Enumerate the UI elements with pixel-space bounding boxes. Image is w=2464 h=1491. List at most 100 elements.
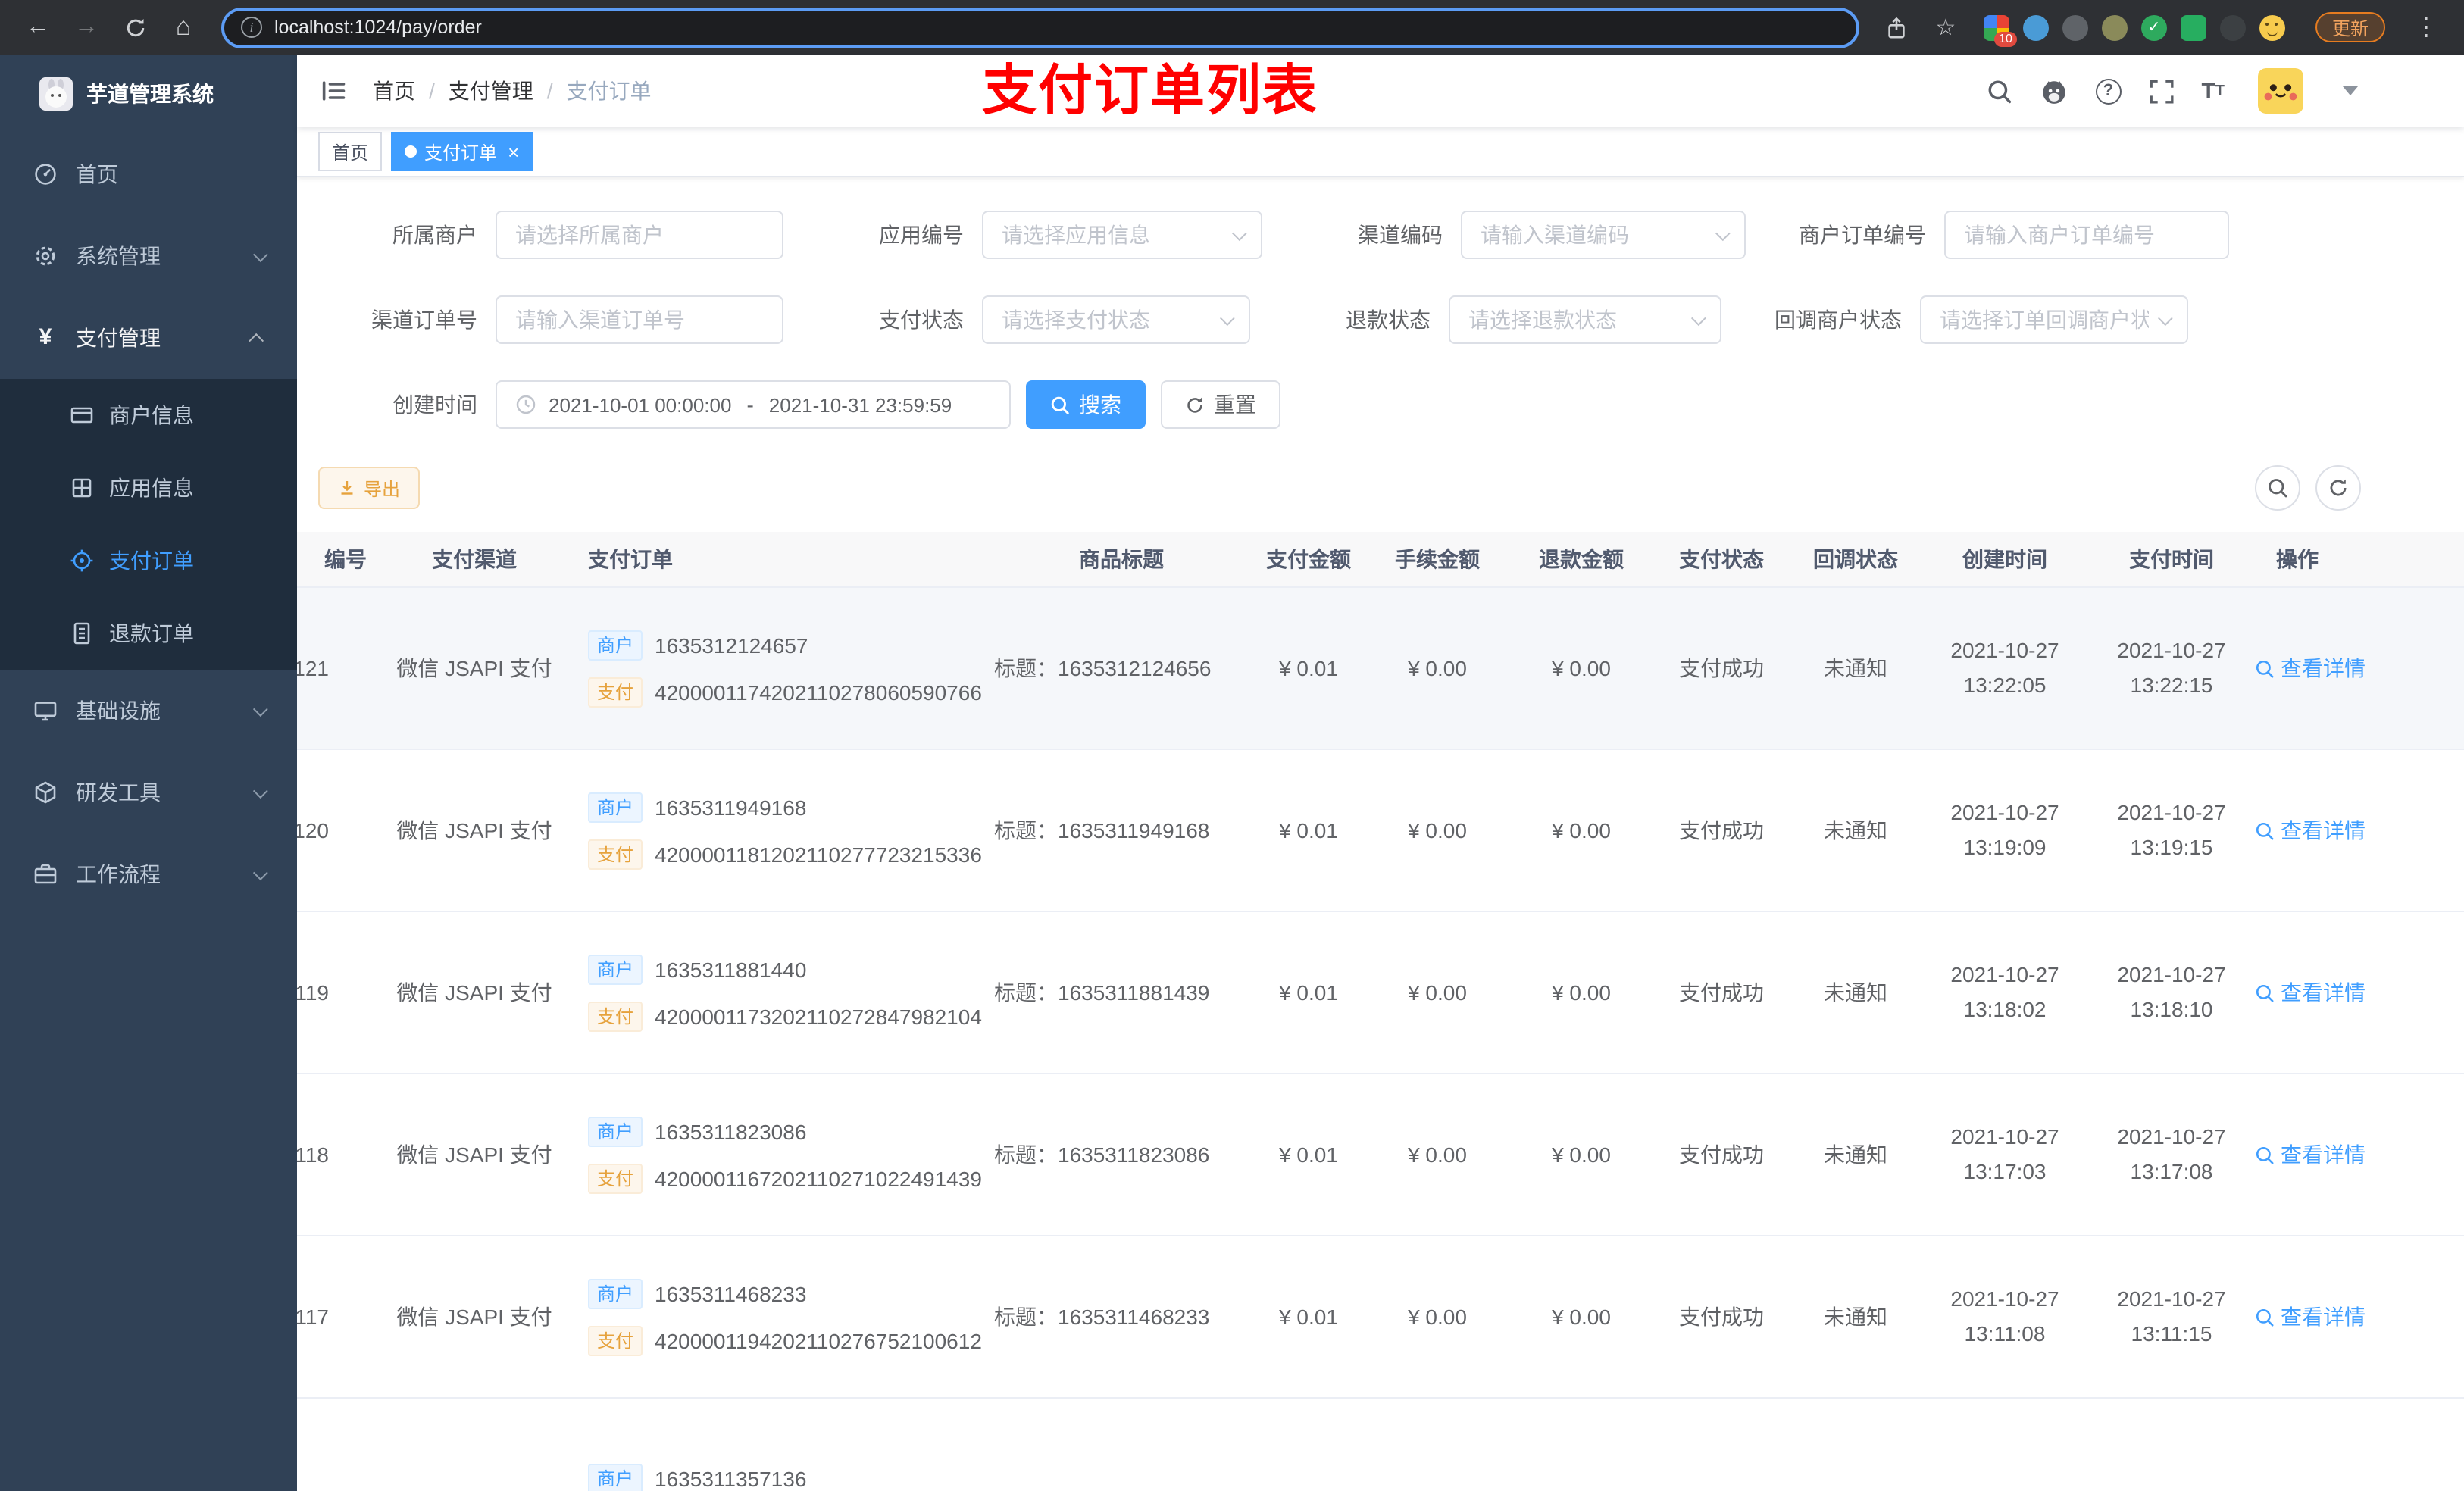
browser-forward-button[interactable]: → (67, 8, 106, 47)
browser-back-button[interactable]: ← (18, 8, 58, 47)
refund-cell: ¥ 0.00 (1552, 656, 1611, 680)
sidebar-item-refund-order[interactable]: 退款订单 (0, 597, 297, 670)
merchant-order-input[interactable] (1944, 211, 2229, 259)
font-size-button[interactable]: TT (2201, 80, 2225, 102)
date-separator: - (746, 392, 754, 417)
fee-cell: ¥ 0.00 (1408, 980, 1467, 1005)
refund-status-select[interactable]: 请选择退款状态 (1449, 295, 1721, 344)
view-detail-link[interactable]: 查看详情 (2255, 815, 2366, 846)
search-icon (2256, 659, 2274, 677)
select-caret-icon (1690, 310, 1706, 326)
export-button-label: 导出 (364, 478, 401, 499)
avatar-dropdown-caret[interactable] (2343, 86, 2358, 95)
merchant-select[interactable] (496, 211, 783, 259)
sidebar-item-workflow[interactable]: 工作流程 (0, 833, 297, 915)
sidebar-logo[interactable]: 芋道管理系统 (0, 55, 297, 133)
sidebar-item-app-info[interactable]: 应用信息 (0, 452, 297, 524)
forward-icon: → (74, 14, 98, 39)
search-button[interactable]: 搜索 (1026, 380, 1146, 429)
tab-home[interactable]: 首页 (318, 132, 383, 171)
profile-emoji-icon[interactable] (2259, 14, 2285, 40)
card-icon (70, 403, 94, 427)
table-settings-buttons (2255, 465, 2361, 511)
refresh-table-button[interactable] (2315, 465, 2361, 511)
export-button[interactable]: 导出 (318, 467, 421, 509)
reset-button[interactable]: 重置 (1161, 380, 1280, 429)
help-button[interactable]: ? (2095, 78, 2122, 104)
github-button[interactable] (2039, 77, 2068, 105)
user-avatar[interactable] (2258, 68, 2303, 114)
extension-icon[interactable] (2062, 14, 2088, 40)
table-row: 121 微信 JSAPI 支付 商户 1635312124657 支付 420000… (297, 588, 2464, 750)
sidebar-collapse-button[interactable] (318, 76, 349, 106)
browser-update-button[interactable]: 更新 (2315, 12, 2385, 42)
merchant-order-line: 商户 1635311823086 (588, 1116, 806, 1146)
fee-cell: ¥ 0.00 (1408, 1142, 1467, 1167)
view-detail-label: 查看详情 (2281, 1142, 2366, 1167)
chevron-down-icon (252, 701, 268, 717)
chevron-down-icon (252, 783, 268, 799)
pay-channel-cell: 微信 JSAPI 支付 (396, 980, 552, 1005)
extension-icon[interactable]: 10 (1983, 14, 2017, 46)
created-time-cell: 2021-10-27 13:18:02 (1950, 962, 2059, 1021)
share-button[interactable] (1878, 8, 1917, 47)
notify-status-cell: 未通知 (1824, 980, 1887, 1005)
pay-order-cell: 商户 1635311823086 支付 4200001167202110271022… (576, 1074, 991, 1235)
channel-code-select[interactable]: 请输入渠道编码 (1461, 211, 1746, 259)
reload-icon (126, 18, 144, 36)
sidebar-item-dev-tools[interactable]: 研发工具 (0, 752, 297, 833)
sidebar-item-infrastructure[interactable]: 基础设施 (0, 670, 297, 752)
pay-status-select[interactable]: 请选择支付状态 (982, 295, 1250, 344)
browser-menu-button[interactable]: ⋮ (2406, 8, 2446, 47)
filter-app: 应用编号 请选择应用信息 (783, 211, 1262, 259)
fullscreen-button[interactable] (2148, 78, 2174, 104)
search-icon (2256, 1146, 2274, 1164)
view-detail-link[interactable]: 查看详情 (2255, 653, 2366, 683)
extension-icon[interactable] (2101, 14, 2128, 40)
notify-status-cell: 未通知 (1824, 656, 1887, 680)
filter-label: 回调商户状态 (1775, 308, 1902, 332)
sidebar-item-merchant-info[interactable]: 商户信息 (0, 379, 297, 452)
grid-icon (70, 476, 94, 500)
breadcrumb-home[interactable]: 首页 (373, 76, 415, 106)
sidebar-item-home[interactable]: 首页 (0, 133, 297, 215)
app-select[interactable]: 请选择应用信息 (982, 211, 1262, 259)
view-detail-link[interactable]: 查看详情 (2255, 977, 2366, 1008)
product-title-cell: 标题：1635311823086 (994, 1142, 1210, 1167)
site-info-icon[interactable]: i (241, 17, 262, 38)
sidebar-item-pay-order[interactable]: 支付订单 (0, 524, 297, 597)
create-time-range-picker[interactable]: 2021-10-01 00:00:00 - 2021-10-31 23:59:5… (496, 380, 1011, 429)
view-detail-label: 查看详情 (2281, 1305, 2366, 1329)
table-row: 117 微信 JSAPI 支付 商户 1635311468233 支付 420000… (297, 1236, 2464, 1399)
hamburger-icon (322, 81, 346, 101)
view-detail-link[interactable]: 查看详情 (2255, 1139, 2366, 1170)
sidebar-item-payment[interactable]: ¥ 支付管理 (0, 297, 297, 379)
notify-status-select[interactable]: 请选择订单回调商户状态 (1920, 295, 2188, 344)
extension-icon[interactable]: ✓ (2140, 14, 2167, 40)
pay-order-cell: 商户 1635311468233 支付 4200001194202110276752… (576, 1236, 991, 1397)
column-header-fee: 手续金额 (1395, 547, 1480, 571)
view-detail-link[interactable]: 查看详情 (2255, 1302, 2366, 1332)
bookmark-star-button[interactable]: ☆ (1926, 8, 1965, 47)
tab-close-icon[interactable]: × (508, 142, 519, 161)
order-id: 120 (297, 818, 329, 842)
extension-icon[interactable] (2219, 14, 2246, 40)
order-id: 121 (297, 656, 329, 680)
toggle-search-button[interactable] (2255, 465, 2300, 511)
merchant-order-no: 1635311949168 (655, 795, 807, 819)
sidebar-item-system[interactable]: 系统管理 (0, 215, 297, 297)
search-icon (1987, 80, 2011, 103)
pay-status-cell: 支付成功 (1679, 656, 1764, 680)
tab-pay-order[interactable]: 支付订单 × (391, 132, 533, 171)
order-id-cell: 118 (297, 1074, 373, 1235)
extension-icon[interactable] (2022, 14, 2049, 40)
address-bar[interactable]: i localhost:1024/pay/order (221, 7, 1859, 48)
breadcrumb-current: 支付订单 (566, 79, 652, 103)
browser-reload-button[interactable] (115, 8, 155, 47)
header-search-button[interactable] (1986, 78, 2012, 104)
filter-channel-code: 渠道编码 请输入渠道编码 (1262, 211, 1746, 259)
browser-home-button[interactable]: ⌂ (164, 8, 203, 47)
extension-icon[interactable] (2180, 14, 2206, 40)
channel-order-input[interactable] (496, 295, 783, 344)
pay-order-cell: 商户1635311357136 支付 (576, 1399, 991, 1491)
